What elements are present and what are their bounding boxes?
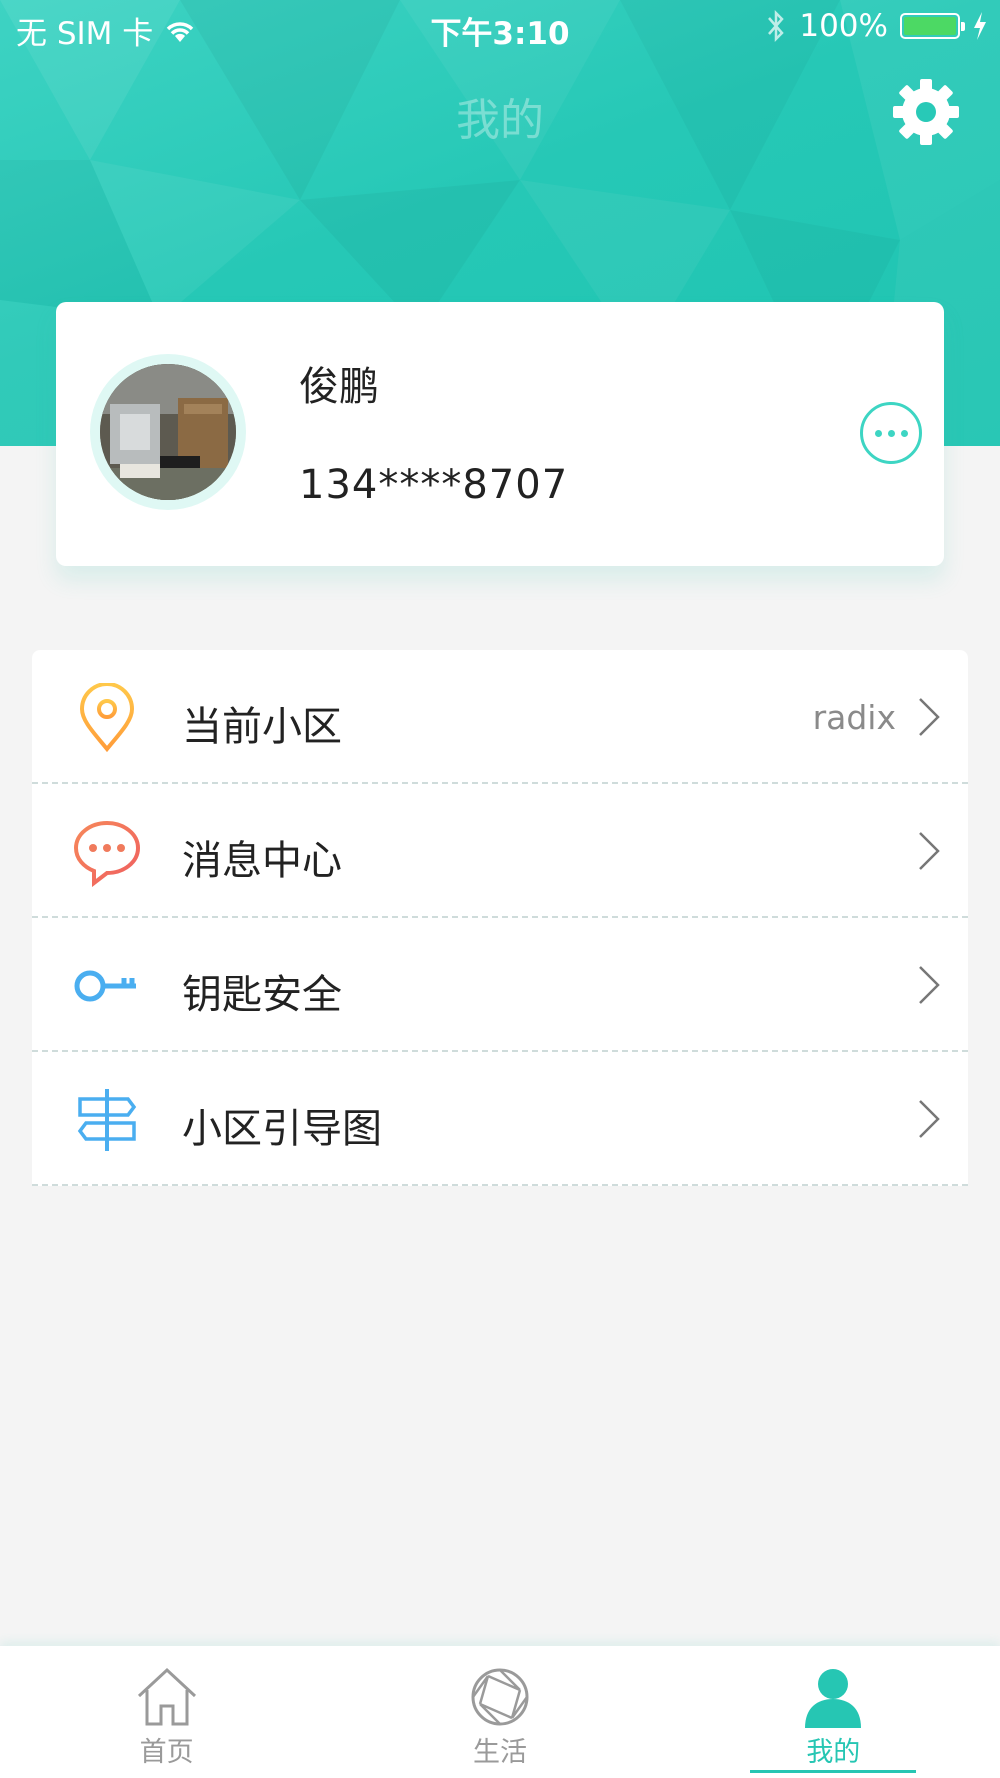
menu-item-message-center[interactable]: 消息中心 xyxy=(32,784,968,918)
gear-icon xyxy=(893,79,959,145)
chat-bubble-icon xyxy=(73,820,141,887)
profile-name: 俊鹏 xyxy=(299,364,379,410)
active-tab-indicator xyxy=(750,1770,916,1773)
status-bar: 无 SIM 卡 下午3:10 100% xyxy=(0,0,1000,54)
person-icon xyxy=(805,1669,862,1728)
chevron-right-icon xyxy=(919,966,940,1004)
more-button[interactable] xyxy=(860,402,922,464)
avatar-image xyxy=(100,364,236,500)
screen: 无 SIM 卡 下午3:10 100% 我的 俊鹏 134****8707 当前… xyxy=(0,0,1000,1778)
menu-item-label: 小区引导图 xyxy=(182,1106,382,1152)
bluetooth-icon xyxy=(768,9,785,43)
avatar[interactable] xyxy=(90,354,246,510)
tab-mine[interactable]: 我的 xyxy=(667,1646,1000,1778)
settings-button[interactable] xyxy=(890,76,962,148)
menu-item-label: 钥匙安全 xyxy=(182,972,342,1018)
tab-life[interactable]: 生活 xyxy=(333,1646,666,1778)
more-dot xyxy=(900,429,908,437)
battery-icon xyxy=(900,13,965,39)
menu-item-value: radix xyxy=(812,698,896,737)
profile-card[interactable]: 俊鹏 134****8707 xyxy=(56,302,944,566)
profile-phone: 134****8707 xyxy=(299,462,569,508)
more-dots-icon xyxy=(874,429,882,437)
charging-bolt-icon xyxy=(974,12,986,40)
signpost-icon xyxy=(77,1089,137,1151)
tab-label: 首页 xyxy=(139,1737,194,1768)
menu-item-label: 消息中心 xyxy=(182,838,342,884)
menu-item-key-security[interactable]: 钥匙安全 xyxy=(32,918,968,1052)
menu-list: 当前小区 radix 消息中心 钥匙安全 小区引导图 xyxy=(32,650,968,1186)
menu-item-label: 当前小区 xyxy=(182,704,342,750)
chevron-right-icon xyxy=(919,698,940,736)
avatar-photo xyxy=(100,364,236,500)
menu-item-current-community[interactable]: 当前小区 radix xyxy=(32,650,968,784)
tab-label: 生活 xyxy=(472,1737,527,1768)
battery-fill xyxy=(904,17,956,35)
more-dot xyxy=(887,429,895,437)
aperture-icon xyxy=(471,1668,529,1726)
battery-percent: 100% xyxy=(799,8,888,44)
tab-bar: 首页 生活 我的 xyxy=(0,1646,1000,1778)
chevron-right-icon xyxy=(919,832,940,870)
tab-home[interactable]: 首页 xyxy=(0,1646,333,1778)
key-icon xyxy=(74,970,136,1002)
menu-item-community-guide-map[interactable]: 小区引导图 xyxy=(32,1052,968,1186)
status-right: 100% xyxy=(765,8,988,44)
tab-label: 我的 xyxy=(806,1737,861,1768)
chevron-right-icon xyxy=(919,1100,940,1138)
home-icon xyxy=(137,1667,196,1726)
page-title: 我的 xyxy=(456,95,544,146)
location-pin-icon xyxy=(79,683,135,753)
